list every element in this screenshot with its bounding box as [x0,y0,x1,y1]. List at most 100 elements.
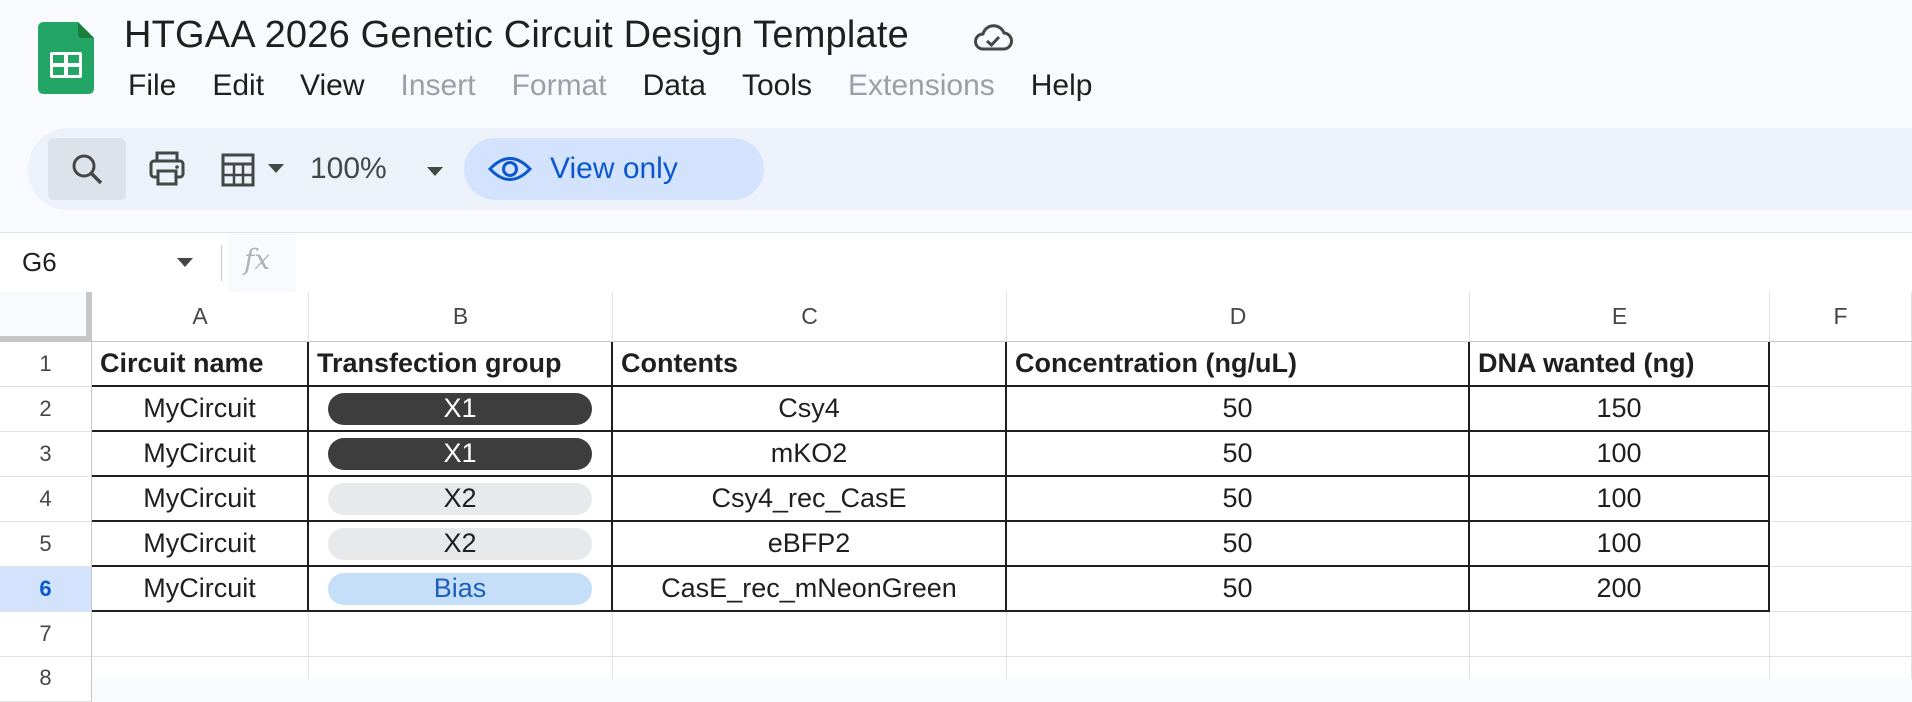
dna-wanted-cell[interactable]: 100 [1470,477,1770,522]
empty-cell[interactable] [1770,342,1912,387]
empty-cell[interactable] [1770,522,1912,567]
empty-cell[interactable] [1470,657,1770,679]
concentration-cell[interactable]: 50 [1007,432,1470,477]
table-grid-icon [221,153,255,187]
column-header-e[interactable]: E [1470,292,1770,342]
view-only-label: View only [550,152,678,185]
concentration-cell[interactable]: 50 [1007,387,1470,432]
empty-cell[interactable] [1007,612,1470,657]
circuit-name-cell[interactable]: MyCircuit [92,567,309,612]
concentration-cell[interactable]: 50 [1007,522,1470,567]
empty-cell[interactable] [613,657,1007,679]
row-header-6[interactable]: 6 [0,567,92,612]
menu-help[interactable]: Help [1013,64,1111,108]
empty-cell[interactable] [1770,657,1912,679]
function-icon: fx [244,243,271,276]
empty-cell[interactable] [92,612,309,657]
table-header-cell[interactable]: Concentration (ng/uL) [1007,342,1470,387]
name-box[interactable]: G6 [22,247,57,278]
contents-cell[interactable]: mKO2 [613,432,1007,477]
chevron-down-icon [268,164,284,173]
menu-format[interactable]: Format [494,64,625,108]
menu-bar: File Edit View Insert Format Data Tools … [110,64,1110,108]
empty-cell[interactable] [309,657,613,679]
group-chip-x1[interactable]: X1 [328,392,592,425]
row-header-2[interactable]: 2 [0,387,92,432]
select-all-corner[interactable] [0,292,92,342]
spreadsheet-grid: A B C D E F 1 2 3 4 5 6 7 8 Circuit name… [0,292,1912,702]
transfection-group-cell[interactable]: X1 [309,387,613,432]
empty-cell[interactable] [613,612,1007,657]
transfection-group-cell[interactable]: X2 [309,522,613,567]
menu-data[interactable]: Data [625,64,724,108]
chevron-down-icon [427,167,443,176]
dna-wanted-cell[interactable]: 100 [1470,522,1770,567]
column-header-b[interactable]: B [309,292,613,342]
table-header-cell[interactable]: Contents [613,342,1007,387]
transfection-group-cell[interactable]: X1 [309,432,613,477]
cloud-saved-icon[interactable] [972,22,1014,54]
empty-cell[interactable] [1770,567,1912,612]
sheets-logo-icon [38,22,94,94]
toolbar: 100% View only [28,128,1912,210]
contents-cell[interactable]: Csy4_rec_CasE [613,477,1007,522]
contents-cell[interactable]: Csy4 [613,387,1007,432]
empty-cell[interactable] [1470,612,1770,657]
dna-wanted-cell[interactable]: 100 [1470,432,1770,477]
empty-cell[interactable] [1770,387,1912,432]
column-header-d[interactable]: D [1007,292,1470,342]
table-header-cell[interactable]: Transfection group [309,342,613,387]
row-header-5[interactable]: 5 [0,522,92,567]
row-header-7[interactable]: 7 [0,612,92,657]
group-chip-x1[interactable]: X1 [328,437,592,470]
circuit-name-cell[interactable]: MyCircuit [92,432,309,477]
divider [221,245,222,281]
format-table-button[interactable] [204,138,300,200]
menu-view[interactable]: View [282,64,382,108]
document-title[interactable]: HTGAA 2026 Genetic Circuit Design Templa… [124,14,909,57]
menu-edit[interactable]: Edit [194,64,282,108]
transfection-group-cell[interactable]: Bias [309,567,613,612]
transfection-group-cell[interactable]: X2 [309,477,613,522]
search-icon [72,154,103,185]
column-header-c[interactable]: C [613,292,1007,342]
print-icon [149,151,185,186]
circuit-name-cell[interactable]: MyCircuit [92,387,309,432]
dna-wanted-cell[interactable]: 200 [1470,567,1770,612]
group-chip-x2[interactable]: X2 [328,527,592,560]
group-chip-bias[interactable]: Bias [328,572,592,605]
table-header-cell[interactable]: Circuit name [92,342,309,387]
column-header-f[interactable]: F [1770,292,1912,342]
column-header-a[interactable]: A [92,292,309,342]
group-chip-x2[interactable]: X2 [328,482,592,515]
table-header-cell[interactable]: DNA wanted (ng) [1470,342,1770,387]
contents-cell[interactable]: eBFP2 [613,522,1007,567]
circuit-name-cell[interactable]: MyCircuit [92,522,309,567]
search-menus-button[interactable] [48,138,126,200]
row-header-1[interactable]: 1 [0,342,92,387]
menu-tools[interactable]: Tools [724,64,830,108]
zoom-value: 100% [310,152,387,185]
row-header-8[interactable]: 8 [0,657,92,702]
menu-file[interactable]: File [110,64,194,108]
contents-cell[interactable]: CasE_rec_mNeonGreen [613,567,1007,612]
concentration-cell[interactable]: 50 [1007,567,1470,612]
chevron-down-icon[interactable] [176,257,194,269]
empty-cell[interactable] [309,612,613,657]
empty-cell[interactable] [1770,477,1912,522]
circuit-name-cell[interactable]: MyCircuit [92,477,309,522]
empty-cell[interactable] [1007,657,1470,679]
concentration-cell[interactable]: 50 [1007,477,1470,522]
print-button[interactable] [136,138,198,200]
row-header-3[interactable]: 3 [0,432,92,477]
menu-insert[interactable]: Insert [383,64,494,108]
zoom-select[interactable]: 100% [296,138,443,200]
empty-cell[interactable] [1770,432,1912,477]
row-header-4[interactable]: 4 [0,477,92,522]
eye-icon [488,157,532,181]
view-only-button[interactable]: View only [464,138,764,200]
empty-cell[interactable] [1770,612,1912,657]
dna-wanted-cell[interactable]: 150 [1470,387,1770,432]
empty-cell[interactable] [92,657,309,679]
menu-extensions[interactable]: Extensions [830,64,1013,108]
